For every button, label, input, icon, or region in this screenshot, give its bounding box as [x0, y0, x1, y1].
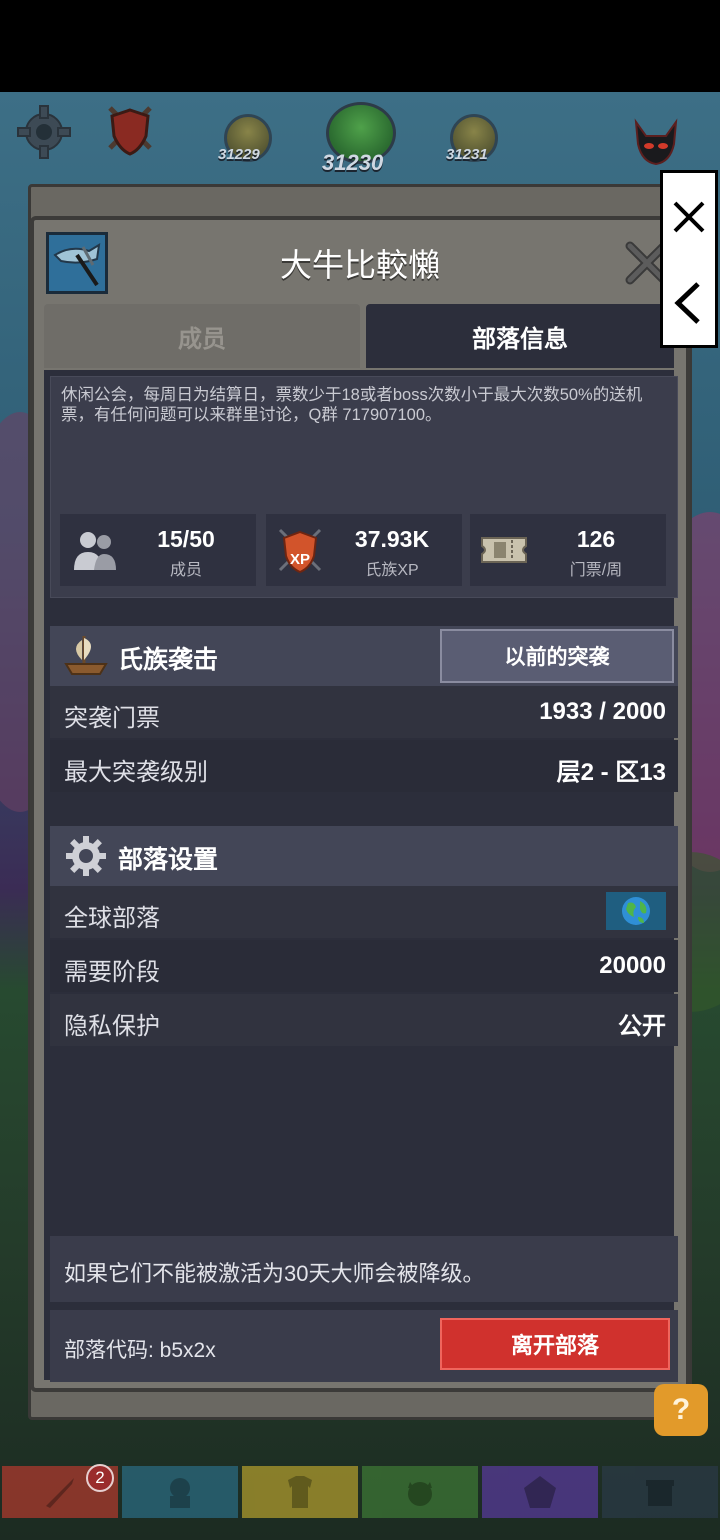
help-button[interactable]: ?	[654, 1384, 708, 1436]
notification-badge: 2	[86, 1464, 114, 1492]
privacy-row: 隐私保护 公开	[50, 994, 678, 1046]
clan-logo	[46, 232, 108, 294]
chevron-left-icon[interactable]	[663, 263, 715, 343]
raid-tickets-label: 突袭门票	[64, 705, 160, 732]
ticket-icon	[480, 526, 528, 574]
nav-tab-shop[interactable]	[602, 1466, 718, 1518]
svg-text:XP: XP	[290, 551, 310, 568]
stat-members: 15/50 成员	[60, 514, 256, 586]
required-stage-row: 需要阶段 20000	[50, 940, 678, 992]
demotion-notice: 如果它们不能被激活为30天大师会被降级。	[50, 1236, 678, 1302]
globe-icon	[606, 892, 666, 930]
stat-tickets: 126 门票/周	[470, 514, 666, 586]
privacy-label: 隐私保护	[64, 1013, 160, 1040]
stage-number-next: 31231	[446, 146, 488, 163]
stage-number-prev: 31229	[218, 146, 260, 163]
tab-members[interactable]: 成员	[44, 304, 360, 368]
raid-tickets-value: 1933 / 2000	[539, 698, 666, 725]
global-clan-label: 全球部落	[64, 905, 160, 932]
gear-icon	[62, 832, 110, 880]
max-raid-level-value: 层2 - 区13	[556, 759, 666, 786]
clan-xp-icon: XP	[276, 526, 324, 574]
stat-clan-xp: XP 37.93K 氏族XP	[266, 514, 462, 586]
previous-raids-button[interactable]: 以前的突袭	[440, 629, 674, 683]
leave-clan-button[interactable]: 离开部落	[440, 1318, 670, 1370]
max-raid-level-row: 最大突袭级别 层2 - 区13	[50, 740, 678, 792]
privacy-value: 公开	[618, 1013, 666, 1040]
clan-code: 部落代码: b5x2x	[64, 1339, 216, 1362]
settings-gear-icon[interactable]	[16, 104, 72, 160]
bottom-navigation: 2	[0, 1464, 720, 1518]
nav-tab-artifacts[interactable]	[482, 1466, 598, 1518]
stat-members-label: 成员	[169, 562, 202, 579]
clan-settings-section-header: 部落设置	[50, 826, 678, 886]
max-raid-level-label: 最大突袭级别	[64, 759, 208, 786]
required-stage-value: 20000	[599, 952, 666, 979]
stat-tickets-value: 126	[576, 526, 616, 552]
members-icon	[70, 526, 118, 574]
tab-clan-info[interactable]: 部落信息	[366, 304, 674, 368]
nav-tab-heroes[interactable]	[122, 1466, 238, 1518]
clan-name-title: 大牛比較懶	[279, 247, 440, 283]
clan-settings-title: 部落设置	[118, 846, 219, 874]
nav-tab-pets[interactable]	[362, 1466, 478, 1518]
nav-tab-equipment[interactable]	[242, 1466, 358, 1518]
stat-tickets-label: 门票/周	[569, 562, 623, 579]
overlay-controls	[660, 170, 718, 348]
ship-icon	[62, 632, 110, 680]
demotion-notice-text: 如果它们不能被激活为30天大师会被降级。	[64, 1261, 485, 1286]
status-bar	[0, 0, 720, 92]
clan-raid-title: 氏族袭击	[118, 646, 219, 674]
required-stage-label: 需要阶段	[64, 959, 160, 986]
boss-demon-icon[interactable]	[630, 118, 682, 166]
close-icon[interactable]	[663, 177, 715, 257]
stage-number-current: 31230	[322, 150, 384, 175]
clan-info-dialog: 大牛比較懶 成员 部落信息 休闲公会，每周日为结算日，票数少于18或者boss次…	[30, 216, 690, 1392]
stat-members-value: 15/50	[157, 526, 215, 552]
clan-shield-icon[interactable]	[100, 100, 160, 160]
raid-tickets-row: 突袭门票 1933 / 2000	[50, 686, 678, 738]
clan-footer: 部落代码: b5x2x 离开部落	[50, 1310, 678, 1382]
clan-description: 休闲公会，每周日为结算日，票数少于18或者boss次数小于最大次数50%的送机票…	[61, 386, 643, 424]
stat-clan-xp-label: 氏族XP	[365, 562, 419, 579]
global-clan-row: 全球部落	[50, 886, 678, 938]
clan-raid-section-header: 氏族袭击 以前的突袭	[50, 626, 678, 686]
stat-clan-xp-value: 37.93K	[354, 526, 430, 552]
